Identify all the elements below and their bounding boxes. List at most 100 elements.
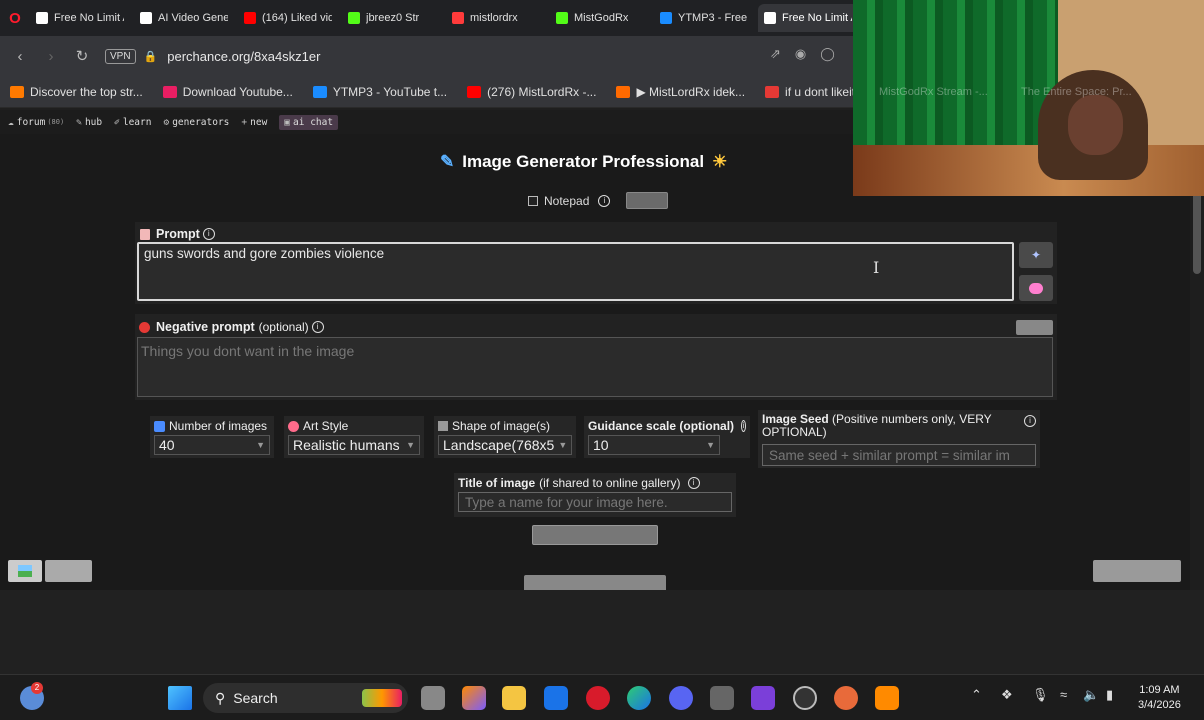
bookmark-item[interactable]: Download Youtube... (162, 85, 293, 99)
back-icon[interactable]: ‹ (6, 42, 34, 70)
tab-favicon-icon (556, 12, 568, 24)
info-icon[interactable]: i (598, 194, 611, 207)
clipchamp-icon[interactable] (751, 686, 775, 710)
chevron-down-icon: ▼ (706, 440, 715, 450)
nav-icon: ☁ (8, 116, 14, 128)
page-content: ✎ Image Generator Professional ☀ Notepad… (0, 134, 1204, 590)
bookmark-favicon-icon (765, 85, 780, 98)
camera-app-icon[interactable] (710, 686, 734, 710)
right-corner-button[interactable] (1093, 560, 1181, 582)
nav-icon: ⚙ (163, 116, 170, 128)
discord-icon[interactable] (669, 686, 693, 710)
taskbar-search[interactable]: ⚲ Search (203, 683, 408, 713)
shape-select[interactable]: Landscape(768x5 ▼ (438, 435, 572, 455)
hide-negative-button[interactable] (1016, 320, 1053, 335)
fl-studio-icon[interactable] (875, 686, 899, 710)
notepad-checkbox[interactable] (528, 195, 538, 206)
browser-tab[interactable]: AI Video Gener (134, 4, 234, 32)
microphone-icon[interactable]: 🎙 (1032, 687, 1049, 703)
browser-tab[interactable]: MistGodRx (550, 4, 650, 32)
app-icon[interactable] (834, 686, 858, 710)
shield-icon[interactable]: ◯ (820, 46, 835, 62)
negative-prompt-input[interactable]: Things you dont want in the image (137, 337, 1053, 397)
brain-button[interactable] (1019, 275, 1053, 301)
windows-taskbar: 2 ⚲ Search ⌃ ❖ 🎙 ≈ 🔈 ▮ 1:09 AM 3/4/2026 (0, 674, 1204, 720)
obs-icon[interactable] (793, 686, 817, 710)
title-input[interactable]: Type a name for your image here. (458, 492, 732, 512)
info-icon[interactable]: i (202, 228, 215, 240)
clock[interactable]: 1:09 AM 3/4/2026 (1138, 683, 1181, 713)
site-nav-item-learn[interactable]: ✐ learn (114, 117, 151, 128)
generate-button[interactable] (532, 525, 658, 545)
brain-icon (1029, 282, 1043, 294)
palette-icon (288, 420, 299, 432)
outlook-icon[interactable] (544, 686, 568, 710)
gallery-image-button[interactable] (8, 560, 42, 582)
chevron-down-icon: ▼ (406, 440, 415, 450)
file-explorer-icon[interactable] (502, 686, 526, 710)
info-icon[interactable]: i (741, 420, 746, 432)
edge-icon[interactable] (627, 686, 651, 710)
info-icon[interactable]: i (1024, 415, 1036, 427)
info-icon[interactable]: i (311, 321, 324, 333)
start-icon[interactable] (168, 686, 192, 710)
tray-app-icon[interactable]: ❖ (1001, 687, 1013, 703)
site-nav-item-hub[interactable]: ✎ hub (76, 117, 102, 128)
battery-icon[interactable]: ▮ (1106, 687, 1113, 703)
brush-icon: ✎ (440, 152, 455, 171)
url-field[interactable]: perchance.org/8xa4skz1er (167, 49, 320, 64)
art-style-select[interactable]: Realistic humans ▼ (288, 435, 420, 455)
image-icon (18, 565, 32, 577)
browser-tab[interactable]: YTMP3 - Free Y (654, 4, 754, 32)
copilot-icon[interactable] (462, 686, 486, 710)
search-highlight-icon (362, 689, 402, 707)
site-nav-item-new[interactable]: + new (241, 117, 267, 128)
notepad-button[interactable] (626, 192, 669, 209)
forward-icon[interactable]: › (37, 42, 65, 70)
lock-icon[interactable]: 🔒 (144, 50, 158, 63)
camera-icon[interactable]: ◉ (795, 46, 806, 62)
info-icon[interactable]: i (687, 477, 700, 489)
scrollbar[interactable] (1190, 134, 1204, 590)
number-of-images-select[interactable]: 40 ▼ (154, 435, 270, 455)
site-nav-item-ai-chat[interactable]: ▣ ai chat (279, 114, 339, 130)
site-nav-item-forum[interactable]: ☁ forum (80) (8, 117, 64, 128)
nav-icon: + (241, 116, 248, 128)
browser-tab[interactable]: (164) Liked vid (238, 4, 338, 32)
reload-icon[interactable]: ↻ (68, 42, 96, 70)
notification-badge: 2 (31, 682, 43, 694)
wifi-icon[interactable]: ≈ (1060, 687, 1067, 702)
nav-icon: ✎ (76, 116, 82, 128)
task-view-icon[interactable] (421, 686, 445, 710)
bookmark-item[interactable]: (276) MistLordRx -... (467, 85, 596, 99)
share-icon[interactable]: ⇗ (770, 46, 781, 62)
bookmark-favicon-icon (616, 85, 631, 98)
gallery-button[interactable] (524, 575, 666, 590)
tab-favicon-icon (764, 12, 776, 24)
browser-tab[interactable]: jbreez0 Str (342, 4, 442, 32)
vpn-badge[interactable]: VPN (105, 48, 136, 64)
guidance-select[interactable]: 10 ▼ (588, 435, 720, 455)
site-nav-item-generators[interactable]: ⚙ generators (163, 117, 229, 128)
secondary-button[interactable] (45, 560, 92, 582)
magic-wand-button[interactable]: ✦ (1019, 242, 1053, 268)
opera-logo-icon[interactable]: O (4, 7, 26, 29)
browser-tab[interactable]: mistlordrx (446, 4, 546, 32)
chevron-up-icon[interactable]: ⌃ (971, 687, 982, 703)
notepad-toggle[interactable]: Notepad i (528, 192, 669, 209)
browser-tab[interactable]: Free No Limit A (758, 4, 858, 32)
wand-icon: ✦ (1030, 248, 1042, 262)
tab-favicon-icon (244, 12, 256, 24)
bookmark-item[interactable]: YTMP3 - YouTube t... (312, 85, 447, 99)
image-seed-input[interactable]: Same seed + similar prompt = similar im (762, 444, 1036, 466)
opera-icon[interactable] (586, 686, 610, 710)
prompt-input[interactable]: guns swords and gore zombies violence (137, 242, 1014, 301)
bed (853, 145, 1204, 196)
bookmark-item[interactable]: Discover the top str... (10, 85, 143, 99)
volume-icon[interactable]: 🔈 (1083, 687, 1099, 703)
bookmark-item[interactable]: ▶ MistLordRx idek... (616, 85, 745, 99)
nav-icon: ▣ (284, 116, 291, 128)
stream-overlay-right: The Entire Space: Pr... (1021, 86, 1132, 98)
number-icon (154, 420, 165, 432)
browser-tab[interactable]: Free No Limit A (30, 4, 130, 32)
